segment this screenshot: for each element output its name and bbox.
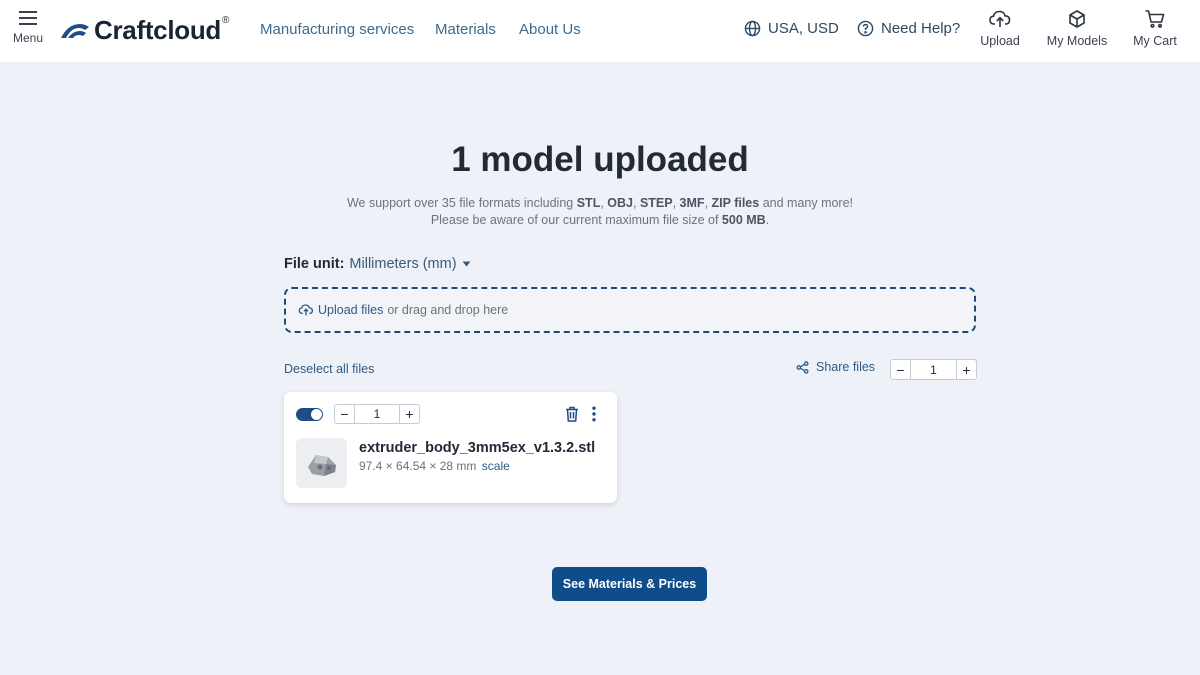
cloud-upload-icon <box>298 304 314 316</box>
format-obj: OBJ <box>607 196 633 210</box>
format-stl: STL <box>576 196 601 210</box>
my-models-button[interactable]: My Models <box>1043 9 1111 48</box>
nav-about-us[interactable]: About Us <box>519 21 581 38</box>
model-dimensions-row: 97.4 × 64.54 × 28 mm scale <box>359 459 510 473</box>
toggle-knob <box>311 409 322 420</box>
hamburger-icon <box>19 11 37 25</box>
file-unit-label: File unit: <box>284 256 345 272</box>
page-title: 1 model uploaded <box>451 140 749 179</box>
increment-button[interactable]: + <box>957 360 976 379</box>
model-preview-image <box>307 455 336 476</box>
cart-icon <box>1145 10 1165 28</box>
format-step: STEP <box>639 196 673 210</box>
registered-mark: ® <box>222 14 230 26</box>
model-thumbnail[interactable] <box>296 438 347 488</box>
delete-model-button[interactable] <box>565 406 579 427</box>
model-select-toggle[interactable] <box>296 408 323 421</box>
brand-name: Craftcloud <box>94 14 222 45</box>
my-cart-button[interactable]: My Cart <box>1129 9 1181 48</box>
global-quantity-input[interactable]: 1 <box>910 360 957 379</box>
menu-button[interactable]: Menu <box>8 10 48 52</box>
model-quantity-input[interactable]: 1 <box>354 405 400 423</box>
upload-label: Upload <box>980 34 1020 48</box>
increment-button[interactable]: + <box>400 405 419 423</box>
help-label: Need Help? <box>881 20 961 37</box>
model-dimensions: 97.4 × 64.54 × 28 mm <box>359 459 477 473</box>
share-icon <box>796 360 809 374</box>
region-label: USA, USD <box>768 20 839 37</box>
more-options-button[interactable] <box>591 406 597 427</box>
craftcloud-logo-icon <box>61 24 89 38</box>
file-unit-row: File unit: Millimeters (mm) <box>284 256 471 272</box>
cloud-upload-icon <box>989 10 1011 27</box>
format-zip: ZIP files <box>711 196 760 210</box>
deselect-all-button[interactable]: Deselect all files <box>284 362 374 376</box>
nav-materials[interactable]: Materials <box>435 21 496 38</box>
trash-icon <box>566 406 578 422</box>
region-currency-selector[interactable]: USA, USD <box>744 20 839 37</box>
share-files-button[interactable]: Share files <box>796 360 875 374</box>
max-size-intro: Please be aware of our current maximum f… <box>430 213 719 227</box>
my-cart-label: My Cart <box>1133 34 1177 48</box>
share-files-label: Share files <box>816 360 876 374</box>
max-size-value: 500 MB <box>721 213 766 227</box>
file-unit-value: Millimeters (mm) <box>349 256 457 272</box>
max-file-size-text: Please be aware of our current maximum f… <box>0 213 1200 227</box>
format-3mf: 3MF <box>679 196 705 210</box>
decrement-button[interactable]: − <box>335 405 354 423</box>
global-quantity-stepper: − 1 + <box>890 359 977 380</box>
craftcloud-logo[interactable]: Craftcloud ® <box>60 15 229 45</box>
model-filename: extruder_body_3mm5ex_v1.3.2.stl <box>359 440 596 456</box>
model-card: − 1 + extruder_body_3mm5ex_v1.3.2.stl 97… <box>284 392 617 503</box>
drag-drop-text: or drag and drop here <box>387 303 509 317</box>
menu-label: Menu <box>12 31 44 45</box>
upload-files-link[interactable]: Upload files <box>318 303 383 317</box>
globe-icon <box>744 20 761 37</box>
my-models-label: My Models <box>1046 34 1108 48</box>
supported-formats-text: We support over 35 file formats includin… <box>346 196 854 210</box>
formats-outro: and many more! <box>762 196 854 210</box>
model-quantity-stepper: − 1 + <box>334 404 420 424</box>
file-unit-dropdown[interactable]: Millimeters (mm) <box>349 256 471 272</box>
formats-intro: We support over 35 file formats includin… <box>346 196 574 210</box>
kebab-menu-icon <box>592 406 596 422</box>
upload-button[interactable]: Upload <box>978 9 1022 48</box>
decrement-button[interactable]: − <box>891 360 910 379</box>
top-header: Menu Craftcloud ® Manufacturing services… <box>0 0 1200 62</box>
cube-icon <box>1069 10 1085 28</box>
caret-down-icon <box>462 261 471 267</box>
question-circle-icon <box>857 20 874 37</box>
nav-manufacturing-services[interactable]: Manufacturing services <box>260 21 414 38</box>
see-materials-prices-button[interactable]: See Materials & Prices <box>552 567 707 601</box>
help-link[interactable]: Need Help? <box>857 20 960 37</box>
scale-link[interactable]: scale <box>482 459 510 473</box>
max-size-period: . <box>765 213 770 227</box>
upload-dropzone[interactable]: Upload files or drag and drop here <box>284 287 976 333</box>
